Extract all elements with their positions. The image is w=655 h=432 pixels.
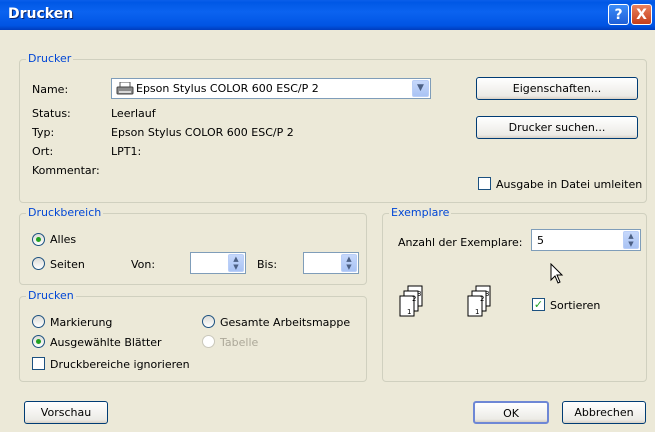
cancel-button-label: Abbrechen [574,406,634,419]
printer-group-label: Drucker [26,52,74,65]
find-printer-button-label: Drucker suchen... [508,121,606,134]
range-all-radio[interactable] [32,233,45,246]
print-range-group-label: Druckbereich [26,206,104,219]
properties-button-label: Eigenschaften... [512,82,602,95]
name-label: Name: [32,83,69,96]
svg-text:1: 1 [407,308,411,316]
selection-radio[interactable] [32,315,45,328]
range-pages-label[interactable]: Seiten [50,258,85,271]
ok-button[interactable]: OK [473,401,549,424]
workbook-radio[interactable] [202,315,215,328]
print-range-group: Druckbereich [19,206,367,285]
collate-pages-icon: 3 2 1 [398,285,426,324]
collate-pages-icon: 3 2 1 [466,285,494,324]
title-bar: Drucken ? X [0,0,655,30]
status-value: Leerlauf [111,107,156,120]
active-sheets-radio[interactable] [32,335,45,348]
preview-button[interactable]: Vorschau [24,401,108,424]
printer-select[interactable]: Epson Stylus COLOR 600 ESC/P 2 ▼ [111,78,431,99]
svg-text:2: 2 [480,295,484,303]
copies-count-input[interactable]: 5 ▲ ▼ [531,229,641,251]
to-label: Bis: [257,258,278,271]
dialog-title: Drucken [8,6,74,22]
from-page-input[interactable]: ▲ ▼ [190,252,246,274]
status-label: Status: [32,107,71,120]
range-pages-radio[interactable] [32,257,45,270]
copies-group-label: Exemplare [389,206,452,219]
ok-button-label: OK [503,407,519,420]
spinner-icon[interactable]: ▲ ▼ [623,231,639,249]
range-all-label[interactable]: Alles [50,233,76,246]
table-radio [202,335,215,348]
svg-text:2: 2 [412,295,416,303]
printer-select-value: Epson Stylus COLOR 600 ESC/P 2 [136,82,319,95]
close-icon[interactable]: X [631,4,652,25]
collate-label[interactable]: Sortieren [550,299,600,312]
cancel-button[interactable]: Abbrechen [562,401,646,424]
help-icon[interactable]: ? [608,4,629,25]
svg-text:1: 1 [475,308,479,316]
svg-text:3: 3 [485,290,489,298]
comment-label: Kommentar: [32,164,100,177]
collate-checkbox[interactable]: ✓ [532,298,545,311]
location-value: LPT1: [111,145,142,158]
svg-text:3: 3 [417,290,421,298]
type-label: Typ: [32,126,55,139]
copies-count-label: Anzahl der Exemplare: [398,236,523,249]
mouse-cursor-icon [550,262,564,288]
chevron-down-icon[interactable]: ▼ [412,80,429,97]
properties-button[interactable]: Eigenschaften... [476,77,638,100]
ignore-print-areas-label[interactable]: Druckbereiche ignorieren [50,358,190,371]
printer-icon [116,81,134,99]
print-what-group-label: Drucken [26,289,76,302]
spinner-icon[interactable]: ▲ ▼ [228,254,244,272]
print-to-file-label[interactable]: Ausgabe in Datei umleiten [496,178,642,191]
preview-button-label: Vorschau [40,406,92,419]
copies-count-value: 5 [537,234,544,247]
location-label: Ort: [32,145,54,158]
print-to-file-checkbox[interactable] [478,177,491,190]
selection-label[interactable]: Markierung [50,316,112,329]
table-label: Tabelle [220,336,259,349]
type-value: Epson Stylus COLOR 600 ESC/P 2 [111,126,294,139]
active-sheets-label[interactable]: Ausgewählte Blätter [50,336,162,349]
from-label: Von: [131,258,156,271]
print-dialog: Drucken ? X Drucker Name: Epson Stylus C… [0,0,655,432]
find-printer-button[interactable]: Drucker suchen... [476,116,638,139]
to-page-input[interactable]: ▲ ▼ [303,252,359,274]
workbook-label[interactable]: Gesamte Arbeitsmappe [220,316,350,329]
ignore-print-areas-checkbox[interactable] [32,357,45,370]
spinner-icon[interactable]: ▲ ▼ [341,254,357,272]
